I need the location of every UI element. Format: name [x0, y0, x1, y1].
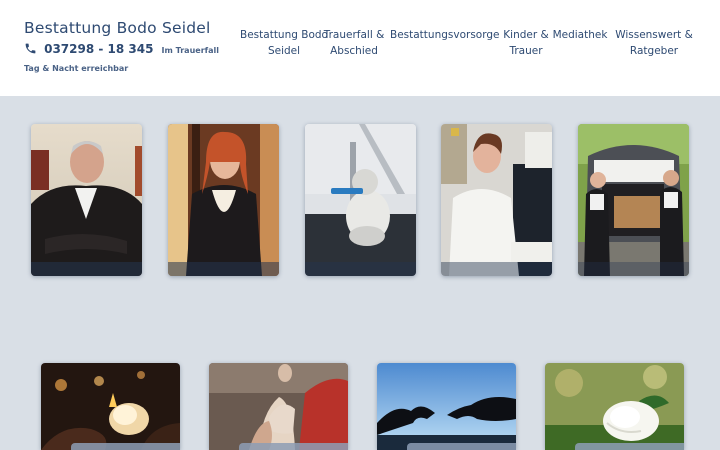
topic-tile-candle[interactable] [41, 363, 180, 450]
phone-number[interactable]: 037298 - 18 345 [44, 42, 153, 56]
nav-item-kinder[interactable]: Kinder & Trauer [502, 27, 550, 59]
team-photo-4[interactable] [441, 124, 552, 276]
team-photo-5[interactable] [578, 124, 689, 276]
topic-tile-reaching-hands[interactable] [377, 363, 516, 450]
tile-caption-bar [71, 443, 180, 450]
nav-item-bestattung[interactable]: Bestattung Bodo Seidel [234, 27, 334, 59]
main-nav: Bestattung Bodo Seidel Trauerfall & Absc… [230, 27, 700, 67]
phone-line: 037298 - 18 345 Im Trauerfall Tag & Nach… [24, 40, 224, 76]
topic-tile-rose[interactable] [545, 363, 684, 450]
team-photo-3[interactable] [305, 124, 416, 276]
nav-item-wissenswert[interactable]: Wissenswert & Ratgeber [614, 27, 694, 59]
brand-name[interactable]: Bestattung Bodo Seidel [24, 18, 224, 38]
tile-caption-bar [239, 443, 348, 450]
brand-block[interactable]: Bestattung Bodo Seidel 037298 - 18 345 I… [24, 18, 224, 76]
topic-tile-hands[interactable] [209, 363, 348, 450]
phone-icon [24, 42, 37, 55]
team-photo-1[interactable] [31, 124, 142, 276]
nav-item-mediathek[interactable]: Mediathek [552, 27, 608, 43]
tile-caption-bar [575, 443, 684, 450]
nav-item-trauerfall[interactable]: Trauerfall & Abschied [322, 27, 386, 59]
torn-paper-edge [0, 82, 720, 92]
team-photo-2[interactable] [168, 124, 279, 276]
tile-caption-bar [407, 443, 516, 450]
nav-item-vorsorge[interactable]: Bestattungsvorsorge [390, 27, 499, 43]
